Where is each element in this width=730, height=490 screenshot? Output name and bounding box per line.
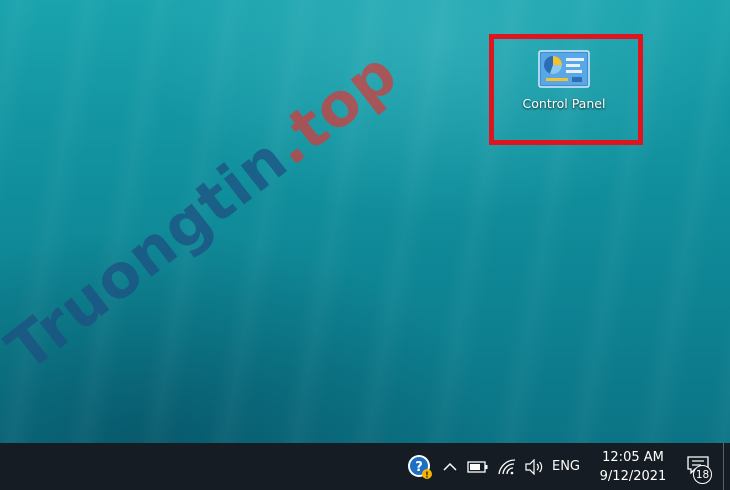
language-indicator[interactable]: ENG: [547, 443, 585, 490]
watermark-main: Truongtin: [0, 124, 301, 386]
wifi-icon-graphic: [498, 458, 516, 474]
taskbar: ? ! ENG 12:05 AM 9/12/2021 18: [0, 443, 730, 490]
help-icon-graphic: ? !: [408, 454, 432, 479]
clock-time: 12:05 AM: [602, 449, 664, 465]
notification-center-icon[interactable]: 18: [681, 443, 723, 490]
watermark-suffix: .top: [257, 38, 411, 180]
help-icon[interactable]: ? !: [403, 443, 437, 490]
desktop-icon-label: Control Panel: [522, 96, 606, 111]
desktop[interactable]: Truongtin.top Control Panel ? ! ENG 12:0…: [0, 0, 730, 490]
notification-count-badge: 18: [693, 465, 712, 484]
show-desktop-button[interactable]: [723, 443, 730, 490]
volume-icon[interactable]: [521, 443, 547, 490]
svg-text:!: !: [425, 470, 429, 479]
battery-icon-graphic: [467, 460, 488, 473]
svg-text:?: ?: [415, 460, 423, 475]
desktop-icon-control-panel[interactable]: Control Panel: [492, 36, 636, 138]
clock-date: 9/12/2021: [599, 468, 667, 484]
chevron-up-icon[interactable]: [437, 443, 463, 490]
chevron-up-icon-graphic: [443, 462, 457, 471]
control-panel-icon: [538, 50, 590, 88]
taskbar-clock[interactable]: 12:05 AM 9/12/2021: [585, 443, 681, 490]
watermark: Truongtin.top: [0, 38, 411, 385]
wifi-icon[interactable]: [493, 443, 521, 490]
volume-icon-graphic: [525, 458, 543, 475]
battery-icon[interactable]: [463, 443, 493, 490]
system-tray: ? ! ENG 12:05 AM 9/12/2021 18: [403, 443, 730, 490]
